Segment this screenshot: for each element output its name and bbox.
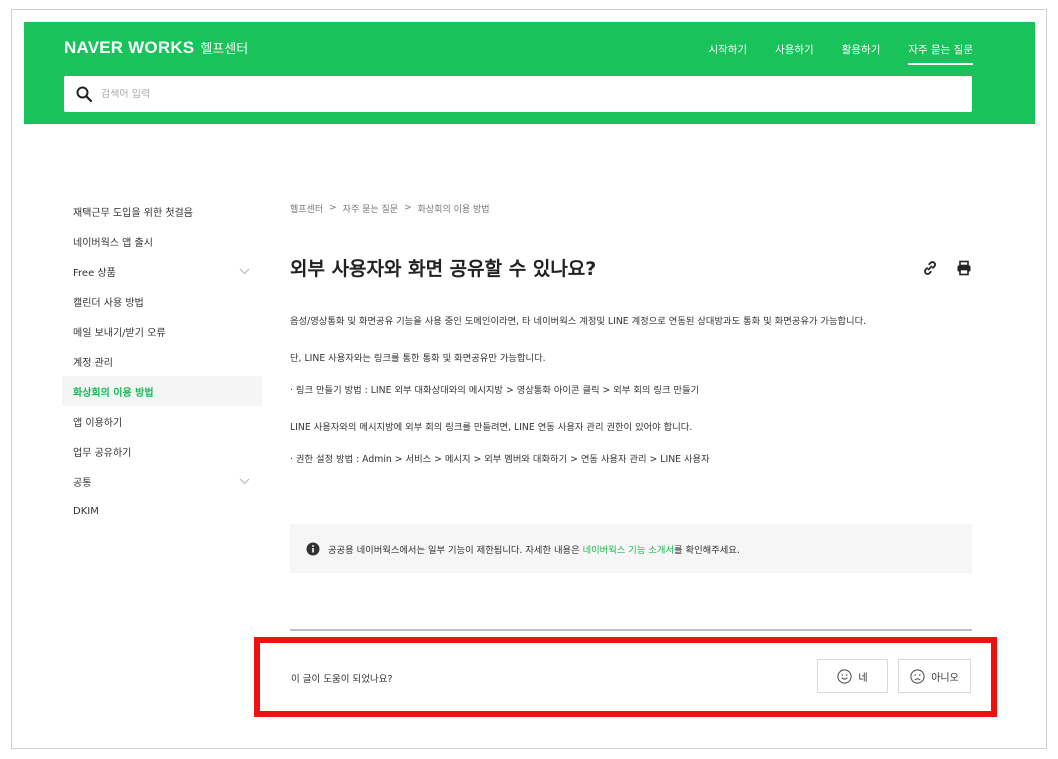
sidebar-item-calendar[interactable]: 캘린더 사용 방법 [62,286,262,316]
link-icon[interactable] [922,260,938,276]
notice-text-before: 공공용 네이버웍스에서는 일부 기능이 제한됩니다. 자세한 내용은 [328,544,583,556]
nav-using[interactable]: 사용하기 [775,42,814,65]
sidebar-item-mail-error[interactable]: 메일 보내기/받기 오류 [62,316,262,346]
sidebar-item-app-release[interactable]: 네이버웍스 앱 출시 [62,226,262,256]
article-list-item: · 링크 만들기 방법 : LINE 외부 대화상대와의 메시지방 > 영상통화… [290,385,700,396]
divider [290,629,972,631]
breadcrumb-item[interactable]: 헬프센터 [290,202,323,215]
sidebar-item-label: 앱 이용하기 [73,417,123,429]
search-icon[interactable] [76,86,92,102]
sidebar-item-label: 공통 [73,477,92,489]
breadcrumb-separator: > [329,203,337,213]
sidebar-item-dkim[interactable]: DKIM [62,496,262,526]
logo-main: NAVER WORKS [64,38,195,57]
search-input[interactable] [101,88,921,100]
sidebar-item-video-conference[interactable]: 화상회의 이용 방법 [62,376,262,406]
sidebar-item-common[interactable]: 공통 [62,466,262,496]
chevron-down-icon[interactable] [239,268,250,275]
logo-sub: 헬프센터 [200,42,249,57]
nav-faq[interactable]: 자주 묻는 질문 [908,42,973,65]
article-paragraph: 음성/영상통화 및 화면공유 기능을 사용 중인 도메인이라면, 타 네이버웍스… [290,316,867,327]
sidebar-item-remote-work[interactable]: 재택근무 도입을 위한 첫걸음 [62,196,262,226]
chevron-down-icon[interactable] [239,478,250,485]
sidebar-item-label: 화상회의 이용 방법 [73,387,154,399]
helpful-no-button[interactable]: 아니오 [898,659,971,693]
logo[interactable]: NAVER WORKS 헬프센터 [64,38,248,58]
frown-icon [910,668,925,684]
breadcrumb-item[interactable]: 화상회의 이용 방법 [418,202,490,215]
notice-text: 공공용 네이버웍스에서는 일부 기능이 제한됩니다. 자세한 내용은 네이버웍스… [328,542,740,556]
sidebar-item-label: 계정 관리 [73,357,113,369]
top-nav: 시작하기 사용하기 활용하기 자주 묻는 질문 [708,42,973,65]
sidebar-item-label: 캘린더 사용 방법 [73,297,144,309]
title-actions [922,260,972,276]
article-list-item: · 권한 설정 방법 : Admin > 서비스 > 메시지 > 외부 멤버와 … [290,454,710,465]
sidebar-item-work-sharing[interactable]: 업무 공유하기 [62,436,262,466]
breadcrumb: 헬프센터 > 자주 묻는 질문 > 화상회의 이용 방법 [290,196,972,220]
sidebar: 재택근무 도입을 위한 첫걸음 네이버웍스 앱 출시 Free 상품 캘린더 사… [62,196,262,526]
sidebar-item-label: 메일 보내기/받기 오류 [73,327,166,339]
feature-guide-link[interactable]: 네이버웍스 기능 소개서 [583,545,674,556]
print-icon[interactable] [956,260,972,276]
helpful-no-label: 아니오 [931,672,959,684]
article-paragraph: 단, LINE 사용자와는 링크를 통한 통화 및 화면공유만 가능합니다. [290,353,546,364]
sidebar-item-label: 업무 공유하기 [73,447,132,459]
info-icon [306,542,320,555]
sidebar-item-label: Free 상품 [73,267,116,279]
smile-icon [837,668,853,684]
sidebar-item-using-app[interactable]: 앱 이용하기 [62,406,262,436]
site-header: NAVER WORKS 헬프센터 시작하기 사용하기 활용하기 자주 묻는 질문 [24,22,1035,124]
feedback-question: 이 글이 도움이 되었나요? [291,674,393,685]
sidebar-item-label: 네이버웍스 앱 출시 [73,237,153,249]
sidebar-item-label: 재택근무 도입을 위한 첫걸음 [73,207,193,219]
title-row: 외부 사용자와 화면 공유할 수 있나요? [290,254,972,281]
breadcrumb-item[interactable]: 자주 묻는 질문 [343,202,398,215]
article-paragraph: LINE 사용자와의 메시지방에 외부 회의 링크를 만들려면, LINE 연동… [290,422,693,433]
search-bar[interactable] [64,76,972,112]
article: 헬프센터 > 자주 묻는 질문 > 화상회의 이용 방법 외부 사용자와 화면 … [290,196,972,573]
nav-utilizing[interactable]: 활용하기 [842,42,881,65]
feedback-section: 이 글이 도움이 되었나요? 네 아니오 [254,637,997,717]
notice-box: 공공용 네이버웍스에서는 일부 기능이 제한됩니다. 자세한 내용은 네이버웍스… [290,524,972,573]
sidebar-item-account[interactable]: 계정 관리 [62,346,262,376]
notice-text-after: 를 확인해주세요. [674,544,740,556]
page-title: 외부 사용자와 화면 공유할 수 있나요? [290,258,597,280]
sidebar-item-label: DKIM [73,505,99,517]
helpful-yes-button[interactable]: 네 [817,659,888,693]
sidebar-item-free-product[interactable]: Free 상품 [62,256,262,286]
nav-getting-started[interactable]: 시작하기 [708,42,747,65]
helpful-yes-label: 네 [858,672,868,684]
breadcrumb-separator: > [404,203,412,213]
